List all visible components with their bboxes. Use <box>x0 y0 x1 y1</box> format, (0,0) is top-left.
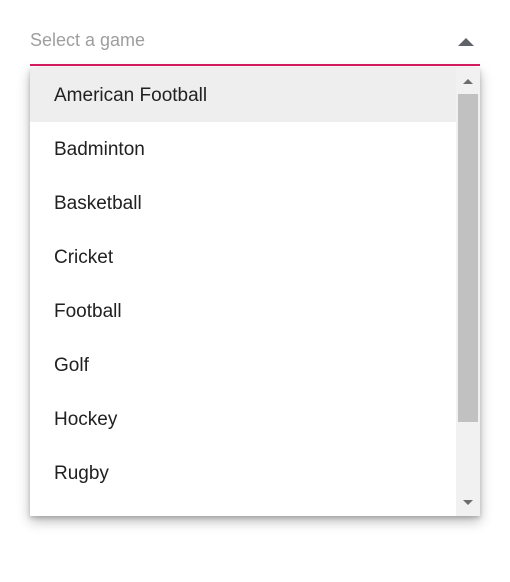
options-list: American Football Badminton Basketball C… <box>30 68 456 516</box>
dropdown-placeholder: Select a game <box>30 30 146 50</box>
vertical-scrollbar[interactable] <box>456 68 480 516</box>
scroll-up-arrow-icon[interactable] <box>463 79 473 84</box>
game-dropdown[interactable]: Select a game <box>30 22 480 66</box>
dropdown-popup: American Football Badminton Basketball C… <box>30 68 480 516</box>
caret-up-icon[interactable] <box>458 38 474 46</box>
list-item-golf[interactable]: Golf <box>30 338 456 392</box>
list-item-basketball[interactable]: Basketball <box>30 176 456 230</box>
list-item-football[interactable]: Football <box>30 284 456 338</box>
list-item-cricket[interactable]: Cricket <box>30 230 456 284</box>
scroll-thumb[interactable] <box>458 94 478 422</box>
list-item-american-football[interactable]: American Football <box>30 68 456 122</box>
list-item-badminton[interactable]: Badminton <box>30 122 456 176</box>
scroll-down-arrow-icon[interactable] <box>463 500 473 505</box>
list-item-rugby[interactable]: Rugby <box>30 446 456 500</box>
list-item-hockey[interactable]: Hockey <box>30 392 456 446</box>
